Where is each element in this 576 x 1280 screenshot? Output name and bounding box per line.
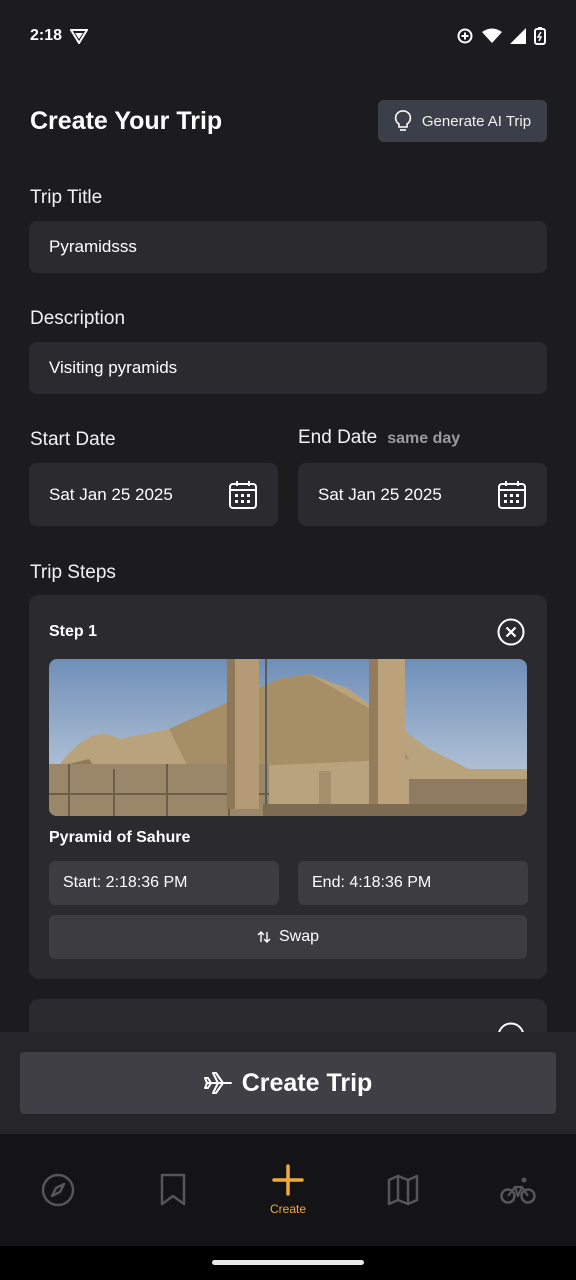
close-circle-icon[interactable] xyxy=(497,1022,525,1032)
plus-icon xyxy=(272,1164,304,1196)
same-day-note: same day xyxy=(387,430,461,447)
end-date-field[interactable]: Sat Jan 25 2025 xyxy=(298,463,547,526)
trip-title-label: Trip Title xyxy=(30,187,103,208)
header: Create Your Trip Generate AI Trip xyxy=(30,100,547,142)
start-date-field[interactable]: Sat Jan 25 2025 xyxy=(29,463,278,526)
map-icon xyxy=(387,1174,419,1206)
start-date-label: Start Date xyxy=(30,429,116,450)
battery-icon xyxy=(534,27,546,45)
start-date-value: Sat Jan 25 2025 xyxy=(49,484,173,504)
step-card xyxy=(29,999,547,1032)
step-start-time: Start: 2:18:36 PM xyxy=(63,874,188,891)
close-circle-icon[interactable] xyxy=(497,618,525,646)
end-date-label: End Date xyxy=(298,427,378,448)
end-date-label-group: End Date same day xyxy=(298,427,460,449)
step-end-time-button[interactable]: End: 4:18:36 PM xyxy=(298,861,528,905)
generate-ai-trip-button[interactable]: Generate AI Trip xyxy=(378,100,547,142)
calendar-icon[interactable] xyxy=(228,480,258,510)
nav-map[interactable] xyxy=(363,1134,443,1246)
description-value: Visiting pyramids xyxy=(49,358,178,377)
step-card: Step 1 Pyramid of Sahure Start: 2:18:36 … xyxy=(29,595,547,979)
place-photo xyxy=(49,659,527,816)
bottom-nav: Create xyxy=(0,1134,576,1246)
create-trip-label: Create Trip xyxy=(241,1068,373,1097)
place-name: Pyramid of Sahure xyxy=(49,829,191,846)
swap-button[interactable]: Swap xyxy=(49,915,527,959)
end-date-value: Sat Jan 25 2025 xyxy=(318,484,442,504)
trip-title-value: Pyramidsss xyxy=(49,237,137,256)
nav-explore[interactable] xyxy=(18,1134,98,1246)
system-nav-bar xyxy=(0,1246,576,1280)
home-indicator[interactable] xyxy=(212,1260,364,1265)
swap-label: Swap xyxy=(278,928,320,945)
step-start-time-button[interactable]: Start: 2:18:36 PM xyxy=(49,861,279,905)
nav-saved[interactable] xyxy=(133,1134,213,1246)
lightbulb-icon xyxy=(394,110,412,132)
step-end-time: End: 4:18:36 PM xyxy=(312,874,432,891)
nav-activity[interactable] xyxy=(478,1134,558,1246)
bookmark-icon xyxy=(159,1173,187,1207)
step-title: Step 1 xyxy=(49,623,98,640)
create-trip-footer: Create Trip xyxy=(0,1032,576,1134)
swap-vertical-icon xyxy=(257,930,271,944)
wifi-icon xyxy=(482,28,502,44)
generate-ai-trip-label: Generate AI Trip xyxy=(421,112,532,130)
calendar-icon[interactable] xyxy=(497,480,527,510)
form-scroll-area[interactable]: Create Your Trip Generate AI Trip Trip T… xyxy=(0,72,576,1032)
status-time: 2:18 xyxy=(30,27,63,44)
data-saver-icon xyxy=(456,27,474,45)
airplane-icon xyxy=(203,1071,232,1095)
page-title: Create Your Trip xyxy=(30,106,223,135)
vpn-shield-icon xyxy=(70,28,89,44)
trip-title-field[interactable]: Pyramidsss xyxy=(29,221,547,273)
bike-icon xyxy=(500,1175,536,1205)
signal-icon xyxy=(510,28,526,44)
trip-steps-label: Trip Steps xyxy=(30,562,116,583)
compass-icon xyxy=(41,1173,75,1207)
status-bar: 2:18 xyxy=(0,0,576,72)
nav-create-label: Create xyxy=(269,1202,307,1216)
create-trip-button[interactable]: Create Trip xyxy=(20,1052,556,1114)
description-field[interactable]: Visiting pyramids xyxy=(29,342,547,394)
nav-create[interactable]: Create xyxy=(248,1134,328,1246)
description-label: Description xyxy=(30,308,126,329)
